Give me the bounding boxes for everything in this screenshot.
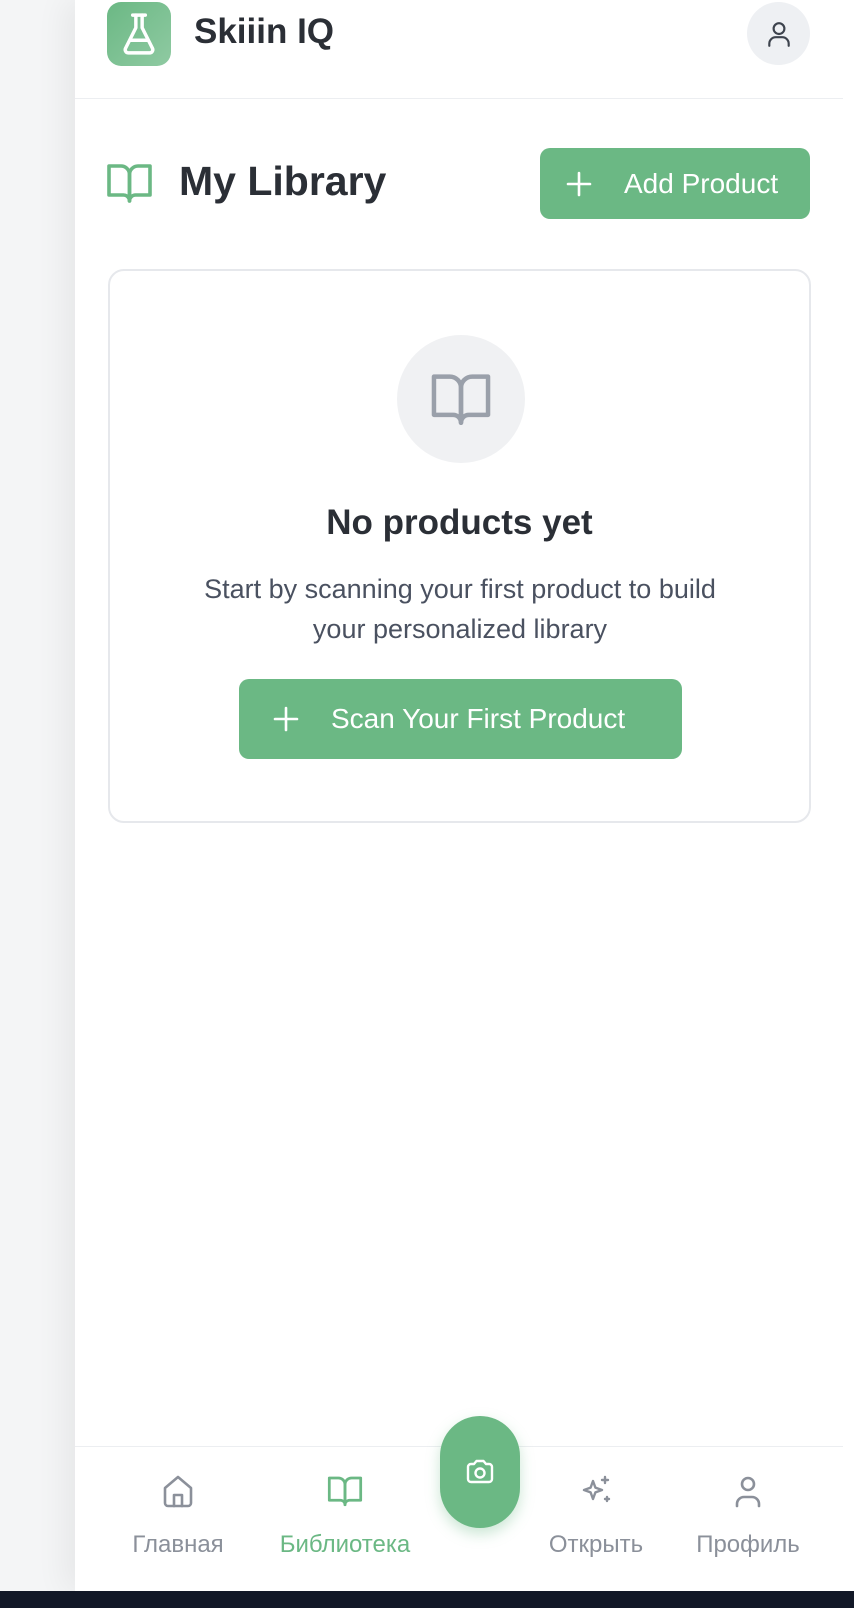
app-logo[interactable] xyxy=(107,2,171,66)
camera-icon xyxy=(466,1459,494,1484)
add-product-button[interactable]: Add Product xyxy=(540,148,810,219)
app-title: Skiiin IQ xyxy=(194,12,335,51)
empty-state-icon-circle xyxy=(397,335,525,463)
scan-first-product-button[interactable]: Scan Your First Product xyxy=(239,679,682,759)
user-icon xyxy=(735,1476,761,1508)
flask-icon xyxy=(123,13,155,55)
empty-state-card: No products yet Start by scanning your f… xyxy=(108,269,811,823)
nav-item-profile[interactable]: Профиль xyxy=(668,1447,828,1592)
nav-label-profile: Профиль xyxy=(696,1531,800,1558)
nav-label-home: Главная xyxy=(132,1531,224,1558)
system-bottom-bar xyxy=(0,1591,854,1608)
nav-label-discover: Открыть xyxy=(548,1531,644,1558)
scan-button-label: Scan Your First Product xyxy=(331,703,626,734)
nav-item-library[interactable]: Библиотека xyxy=(265,1447,425,1592)
book-open-icon xyxy=(327,1476,363,1507)
user-icon xyxy=(767,21,790,47)
book-open-icon xyxy=(107,164,152,203)
app-header: Skiiin IQ xyxy=(75,0,843,99)
account-button[interactable] xyxy=(747,2,810,65)
book-open-icon xyxy=(431,374,491,425)
app-shell: Skiiin IQ My Library Add Product No prod… xyxy=(75,0,843,1591)
bottom-nav: Главная Библиотека Открыть Профиль xyxy=(75,1416,843,1592)
camera-scan-button[interactable] xyxy=(440,1416,520,1528)
plus-icon xyxy=(273,706,299,732)
empty-state-description: Start by scanning your first product to … xyxy=(204,574,716,644)
nav-item-discover[interactable]: Открыть xyxy=(516,1447,676,1592)
nav-label-library: Библиотека xyxy=(279,1531,411,1558)
plus-icon xyxy=(566,171,592,196)
add-product-label: Add Product xyxy=(624,167,779,199)
sparkles-icon xyxy=(582,1475,611,1503)
right-gutter xyxy=(843,0,854,1591)
nav-item-home[interactable]: Главная xyxy=(98,1447,258,1592)
page-title: My Library xyxy=(179,158,387,204)
home-icon xyxy=(163,1475,193,1508)
empty-state-title: No products yet xyxy=(326,503,593,542)
